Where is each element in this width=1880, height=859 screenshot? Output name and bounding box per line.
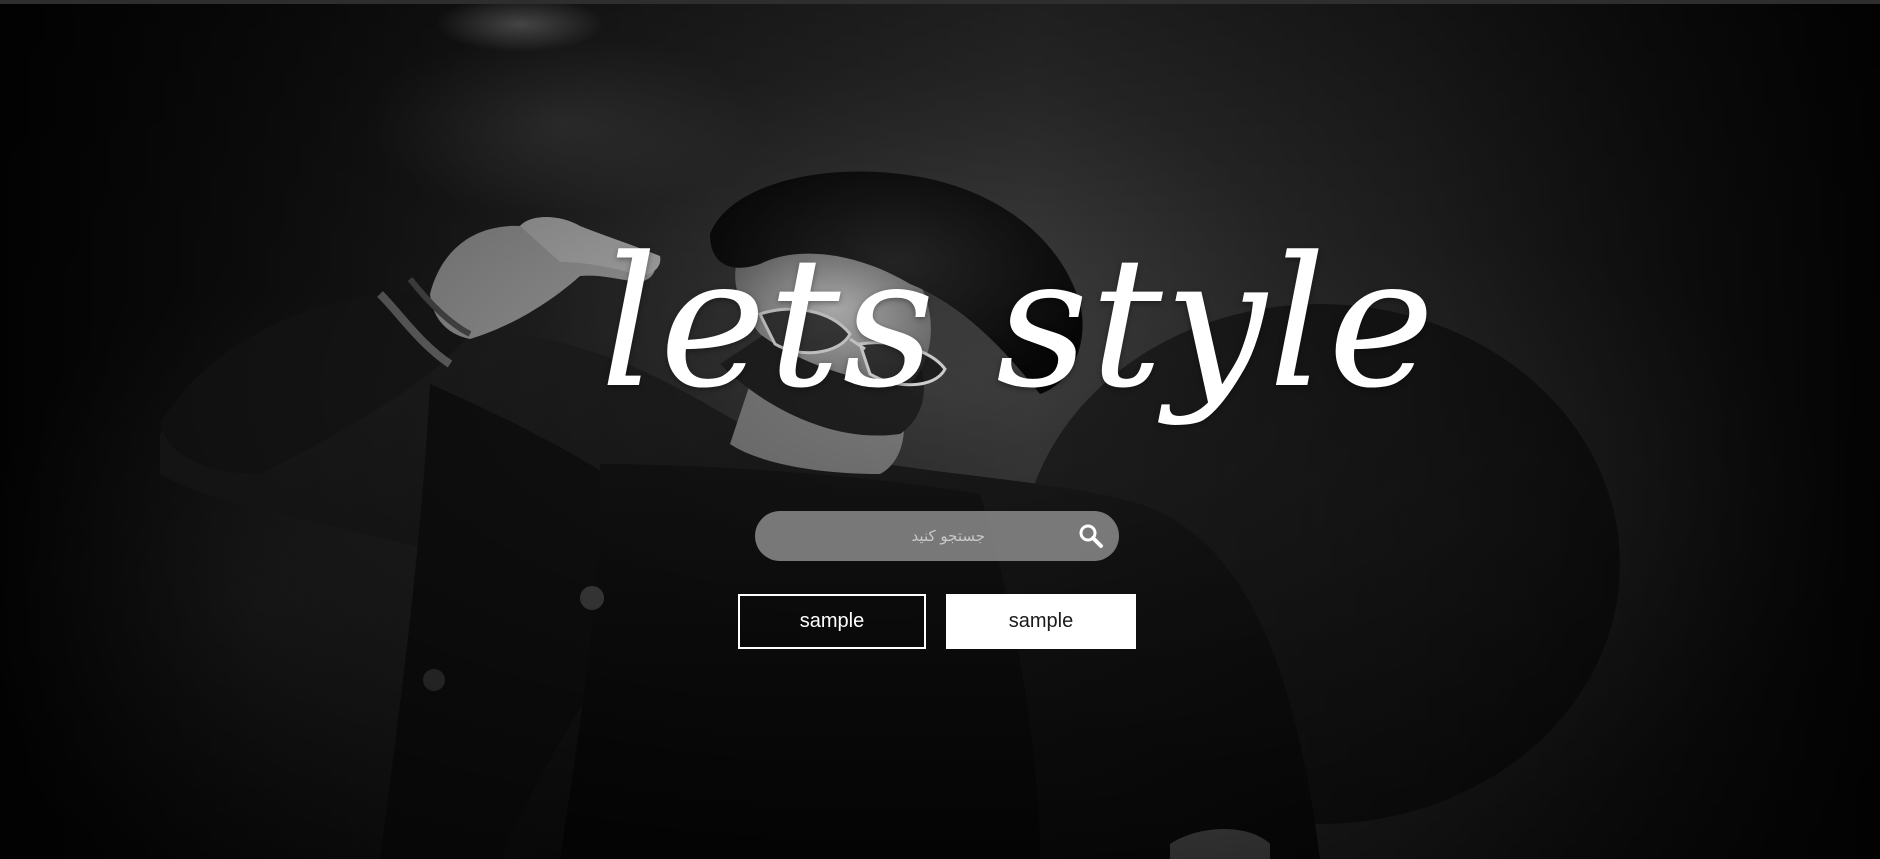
search-bar <box>755 511 1119 561</box>
search-input[interactable] <box>777 521 997 551</box>
sample-solid-button[interactable]: sample <box>946 594 1136 649</box>
hero-overlay: lets style sample sample <box>0 4 1880 859</box>
hero-title: lets style <box>600 219 1437 428</box>
sample-outline-button[interactable]: sample <box>738 594 926 649</box>
sample-solid-button-label: sample <box>1008 610 1074 632</box>
top-strip <box>0 0 1880 4</box>
search-icon[interactable] <box>1077 522 1105 550</box>
sample-outline-button-label: sample <box>799 610 865 632</box>
hero-buttons: sample sample <box>738 594 1136 649</box>
hero-section: lets style sample sample <box>0 4 1880 859</box>
